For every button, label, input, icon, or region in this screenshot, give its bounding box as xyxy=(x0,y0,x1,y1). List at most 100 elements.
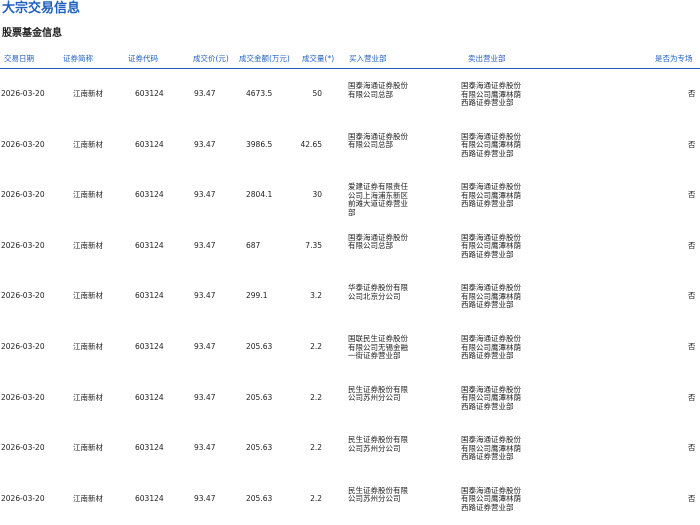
cell-special: 否 xyxy=(688,89,696,98)
cell-security-name: 江南新材 xyxy=(73,89,103,98)
header-volume-label: 成交量( xyxy=(302,54,328,63)
table-header: 交易日期 证券简称 证券代码 成交价(元) 成交金额(万元) 成交量(*) 买入… xyxy=(0,52,700,69)
cell-volume: 2.2 xyxy=(310,443,322,453)
header-security-name: 证券简称 xyxy=(63,54,93,63)
table-row: 2026-03-20 江南新材 603124 93.47 299.1 3.2 华泰证券股份有… xyxy=(0,272,700,323)
cell-buy-branch: 民生证券股份有限公司苏州分公司 xyxy=(348,435,408,453)
cell-volume: 50 xyxy=(312,89,322,98)
page-title: 大宗交易信息 xyxy=(2,1,81,16)
cell-sell-branch: 国泰海通证券股份有限公司鹰潭林荫西路证券营业部 xyxy=(461,131,521,158)
section-title: 股票基金信息 xyxy=(2,28,62,39)
cell-special: 否 xyxy=(688,392,696,402)
cell-amount: 205.63 xyxy=(246,342,273,351)
cell-amount: 205.63 xyxy=(246,443,273,453)
cell-security-code: 603124 xyxy=(135,291,164,301)
table-row: 2026-03-20 江南新材 603124 93.47 205.63 2.2 民生证券股份… xyxy=(0,424,700,475)
cell-trade-date: 2026-03-20 xyxy=(1,139,45,149)
table-row: 2026-03-20 江南新材 603124 93.47 205.63 2.2 民生证券股份… xyxy=(0,374,700,425)
cell-special: 否 xyxy=(688,139,696,149)
cell-sell-branch: 国泰海通证券股份有限公司鹰潭林荫西路证券营业部 xyxy=(461,283,521,310)
table-row: 2026-03-20 江南新材 603124 93.47 2804.1 30 爱建证券有限责… xyxy=(0,171,700,222)
cell-buy-branch: 国泰海通证券股份有限公司总部 xyxy=(348,81,408,99)
cell-sell-branch: 国泰海通证券股份有限公司鹰潭林荫西路证券营业部 xyxy=(461,81,521,107)
cell-security-code: 603124 xyxy=(135,342,164,351)
cell-amount: 3986.5 xyxy=(246,139,273,149)
cell-volume: 42.65 xyxy=(300,139,322,149)
cell-trade-date: 2026-03-20 xyxy=(1,89,45,98)
header-buy-branch: 买入营业部 xyxy=(349,54,387,63)
cell-security-code: 603124 xyxy=(135,240,164,250)
cell-volume: 2.2 xyxy=(310,392,322,402)
cell-buy-branch: 国泰海通证券股份有限公司总部 xyxy=(348,232,408,251)
cell-special: 否 xyxy=(688,240,696,250)
cell-volume: 30 xyxy=(312,190,322,200)
header-special: 是否为专场 xyxy=(655,54,693,63)
table-row: 2026-03-20 江南新材 603124 93.47 3986.5 42.65 国泰海通… xyxy=(0,121,700,172)
cell-security-name: 江南新材 xyxy=(73,190,103,200)
cell-special: 否 xyxy=(688,443,696,453)
cell-volume: 7.35 xyxy=(305,240,322,250)
cell-trade-date: 2026-03-20 xyxy=(1,392,45,402)
cell-security-name: 江南新材 xyxy=(73,342,103,351)
cell-amount: 4673.5 xyxy=(246,89,273,98)
cell-sell-branch: 国泰海通证券股份有限公司鹰潭林荫西路证券营业部 xyxy=(461,334,521,360)
table-row: 2026-03-20 江南新材 603124 93.47 205.63 2.2 民生证券股份… xyxy=(0,475,700,525)
cell-volume: 2.2 xyxy=(310,493,322,503)
cell-security-code: 603124 xyxy=(135,392,164,402)
cell-amount: 205.63 xyxy=(246,493,273,503)
cell-price: 93.47 xyxy=(194,190,216,200)
cell-buy-branch: 国泰海通证券股份有限公司总部 xyxy=(348,131,408,150)
cell-security-code: 603124 xyxy=(135,89,164,98)
header-price: 成交价(元) xyxy=(193,54,229,63)
cell-security-name: 江南新材 xyxy=(73,493,103,503)
cell-special: 否 xyxy=(688,291,696,301)
cell-sell-branch: 国泰海通证券股份有限公司鹰潭林荫西路证券营业部 xyxy=(461,182,521,209)
cell-trade-date: 2026-03-20 xyxy=(1,342,45,351)
cell-amount: 299.1 xyxy=(246,291,268,301)
cell-security-code: 603124 xyxy=(135,493,164,503)
cell-security-code: 603124 xyxy=(135,139,164,149)
cell-trade-date: 2026-03-20 xyxy=(1,190,45,200)
cell-buy-branch: 爱建证券有限责任公司上海浦东新区前滩大道证券营业部 xyxy=(348,182,408,217)
cell-price: 93.47 xyxy=(194,89,216,98)
cell-security-name: 江南新材 xyxy=(73,443,103,453)
cell-trade-date: 2026-03-20 xyxy=(1,493,45,503)
table-row: 2026-03-20 江南新材 603124 93.47 4673.5 50 国泰海通证券股… xyxy=(0,70,700,121)
header-amount: 成交金额(万元) xyxy=(239,54,290,63)
cell-price: 93.47 xyxy=(194,493,216,503)
table-row: 2026-03-20 江南新材 603124 93.47 687 7.35 国泰海通证券股份… xyxy=(0,222,700,273)
cell-security-name: 江南新材 xyxy=(73,392,103,402)
cell-sell-branch: 国泰海通证券股份有限公司鹰潭林荫西路证券营业部 xyxy=(461,232,521,259)
cell-buy-branch: 民生证券股份有限公司苏州分公司 xyxy=(348,485,408,504)
cell-security-code: 603124 xyxy=(135,190,164,200)
cell-amount: 2804.1 xyxy=(246,190,273,200)
cell-trade-date: 2026-03-20 xyxy=(1,240,45,250)
cell-security-name: 江南新材 xyxy=(73,139,103,149)
cell-volume: 2.2 xyxy=(310,342,322,351)
cell-special: 否 xyxy=(688,493,696,503)
cell-security-name: 江南新材 xyxy=(73,240,103,250)
cell-sell-branch: 国泰海通证券股份有限公司鹰潭林荫西路证券营业部 xyxy=(461,384,521,411)
cell-special: 否 xyxy=(688,190,696,200)
cell-security-code: 603124 xyxy=(135,443,164,453)
cell-price: 93.47 xyxy=(194,342,216,351)
cell-volume: 3.2 xyxy=(310,291,322,301)
header-trade-date: 交易日期 xyxy=(4,54,34,63)
cell-buy-branch: 华泰证券股份有限公司北京分公司 xyxy=(348,283,408,301)
cell-sell-branch: 国泰海通证券股份有限公司鹰潭林荫西路证券营业部 xyxy=(461,485,521,512)
cell-price: 93.47 xyxy=(194,240,216,250)
header-volume: 成交量(*) xyxy=(302,54,334,64)
table-row: 2026-03-20 江南新材 603124 93.47 205.63 2.2 国联民生证券… xyxy=(0,323,700,374)
cell-sell-branch: 国泰海通证券股份有限公司鹰潭林荫西路证券营业部 xyxy=(461,435,521,462)
cell-buy-branch: 国联民生证券股份有限公司无锡金融一街证券营业部 xyxy=(348,334,408,360)
cell-price: 93.47 xyxy=(194,139,216,149)
header-volume-close: ) xyxy=(331,54,335,63)
header-security-code: 证券代码 xyxy=(128,54,158,63)
cell-price: 93.47 xyxy=(194,392,216,402)
cell-trade-date: 2026-03-20 xyxy=(1,291,45,301)
cell-special: 否 xyxy=(688,342,696,351)
cell-security-name: 江南新材 xyxy=(73,291,103,301)
cell-amount: 205.63 xyxy=(246,392,273,402)
cell-buy-branch: 民生证券股份有限公司苏州分公司 xyxy=(348,384,408,403)
cell-trade-date: 2026-03-20 xyxy=(1,443,45,453)
